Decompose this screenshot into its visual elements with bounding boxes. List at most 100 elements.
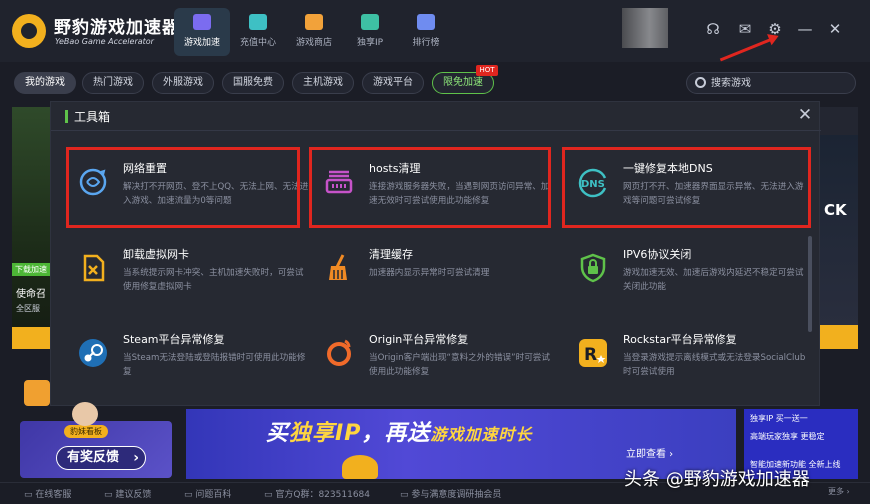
tab-ranking[interactable]: 排行榜 <box>398 8 454 56</box>
dialog-title: 工具箱 <box>74 110 111 124</box>
survey-link[interactable]: ▭ 参与满意度调研抽会员 <box>400 487 501 500</box>
highlight-box <box>66 147 300 228</box>
title-accent <box>65 110 68 123</box>
filter-foreign-games[interactable]: 外服游戏 <box>152 72 214 94</box>
card-strip <box>818 107 858 135</box>
tool-ipv6-off[interactable]: IPV6协议关闭 游戏加速无效、加速后游戏内延迟不稳定可尝试关闭此功能 <box>571 244 803 320</box>
rockstar-icon: R <box>579 339 607 367</box>
title-bar: 野豹游戏加速器 YeBao Game Accelerator 游戏加速 充值中心… <box>0 0 870 62</box>
side-promo-line: 独享IP 买一送一 <box>750 414 808 423</box>
promo-text-highlight: 独享IP <box>289 421 362 446</box>
tab-label: 排行榜 <box>412 38 440 48</box>
promo-text-highlight: 游戏加速时长 <box>430 425 533 444</box>
filter-console-games[interactable]: 主机游戏 <box>292 72 354 94</box>
ip-icon <box>361 14 379 30</box>
more-link[interactable]: 更多 › <box>828 486 850 497</box>
feedback-card[interactable]: 豹妹看板 有奖反馈 <box>20 421 172 478</box>
gamepad-icon <box>193 14 211 30</box>
shield-lock-icon <box>580 253 606 283</box>
promo-text: 买 <box>266 421 290 446</box>
tool-description: 加速器内显示异常时可尝试清理 <box>369 268 490 278</box>
card-icon <box>249 14 267 30</box>
svg-text:R: R <box>584 345 597 365</box>
close-icon[interactable]: ✕ <box>796 106 814 124</box>
download-tag: 下载加速 <box>12 263 50 276</box>
app-name-en: YeBao Game Accelerator <box>55 37 154 46</box>
tab-exclusive-ip[interactable]: 独享IP <box>342 8 398 56</box>
tool-title: 清理缓存 <box>369 248 413 261</box>
qq-group-link[interactable]: ▭ 官方Q群：823511684 <box>264 487 370 500</box>
mail-icon[interactable]: ✉ <box>736 20 754 38</box>
origin-icon <box>327 339 351 366</box>
suggestion-link[interactable]: ▭ 建议反馈 <box>104 487 151 500</box>
tool-title: Rockstar平台异常修复 <box>623 333 737 346</box>
filter-game-platform[interactable]: 游戏平台 <box>362 72 424 94</box>
promo-text: ，再送 <box>361 421 431 446</box>
feedback-button[interactable]: 有奖反馈 <box>56 446 147 470</box>
tab-label: 游戏商店 <box>295 38 332 48</box>
status-label: 建议反馈 <box>115 490 152 500</box>
leopard-logo-icon <box>12 14 46 48</box>
tool-rockstar-fix[interactable]: R Rockstar平台异常修复 当登录游戏提示离线模式或无法登录SocialC… <box>571 329 805 405</box>
tool-title: Origin平台异常修复 <box>369 333 469 346</box>
tool-clear-cache[interactable]: 清理缓存 加速器内显示异常时可尝试清理 <box>317 244 545 320</box>
game-card[interactable]: 下载加速 使命召 全区服 <box>12 107 52 349</box>
tool-origin-fix[interactable]: Origin平台异常修复 当Origin客户端出现“意料之外的错误”时可尝试使用… <box>317 329 550 405</box>
status-label: 问题百科 <box>195 490 232 500</box>
tab-shop[interactable]: 游戏商店 <box>286 8 342 56</box>
tool-title: Steam平台异常修复 <box>123 333 225 346</box>
accelerate-bar[interactable] <box>12 327 52 349</box>
hot-badge: HOT <box>476 65 498 76</box>
broom-icon <box>329 254 347 280</box>
tab-game-accelerate[interactable]: 游戏加速 <box>174 8 230 56</box>
filter-my-games[interactable]: 我的游戏 <box>14 72 76 94</box>
coin-icon <box>342 455 378 479</box>
tab-recharge[interactable]: 充值中心 <box>230 8 286 56</box>
highlight-box <box>309 147 551 228</box>
tool-title: 卸载虚拟网卡 <box>123 248 189 261</box>
ranking-icon <box>417 14 435 30</box>
highlight-box <box>562 147 811 228</box>
search-input[interactable] <box>711 74 851 92</box>
tab-label: 游戏加速 <box>183 38 220 48</box>
minimize-icon[interactable]: — <box>796 20 814 38</box>
faq-link[interactable]: ▭ 问题百科 <box>184 487 231 500</box>
promo-link[interactable]: 立即查看 › <box>626 445 673 460</box>
headset-icon[interactable]: ☊ <box>704 20 722 38</box>
status-label: 在线客服 <box>35 490 72 500</box>
online-service-link[interactable]: ▭ 在线客服 <box>24 487 71 500</box>
tab-label: 独享IP <box>356 38 384 48</box>
toolbox-dialog: 工具箱 ✕ 网络重置 解决打不开网页、登不上QQ、无法上网、无法进入游戏、加速流… <box>50 101 821 406</box>
shop-icon <box>305 14 323 30</box>
tool-description: 游戏加速无效、加速后游戏内延迟不稳定可尝试关闭此功能 <box>623 268 804 292</box>
tool-description: 当登录游戏提示离线模式或无法登录SocialClub时可尝试使用 <box>623 353 806 377</box>
red-arrow-annotation <box>719 36 777 62</box>
tool-description: 当系统提示网卡冲突、主机加速失败时，可尝试使用修复虚拟网卡 <box>123 268 304 292</box>
gift-icon[interactable] <box>24 380 50 406</box>
filter-cn-free[interactable]: 国服免费 <box>222 72 284 94</box>
steam-icon <box>79 339 107 367</box>
status-label: 官方Q群：823511684 <box>275 490 370 500</box>
close-icon[interactable]: ✕ <box>826 20 844 38</box>
uninstall-nic-icon <box>83 254 105 282</box>
game-card[interactable]: CK <box>818 135 858 349</box>
avatar[interactable] <box>622 8 668 48</box>
side-promo-line: 高端玩家独享 更稳定 <box>750 432 825 441</box>
game-name: 使命召 <box>16 289 46 300</box>
tab-label: 充值中心 <box>239 38 276 48</box>
divider <box>51 130 821 131</box>
tool-title: IPV6协议关闭 <box>623 248 692 261</box>
dialog-header: 工具箱 ✕ <box>51 102 821 130</box>
filter-hot-games[interactable]: 热门游戏 <box>82 72 144 94</box>
accelerate-bar[interactable] <box>818 325 858 349</box>
search-icon <box>695 77 706 88</box>
game-logo-text: CK <box>824 201 847 219</box>
tool-uninstall-nic[interactable]: 卸载虚拟网卡 当系统提示网卡冲突、主机加速失败时，可尝试使用修复虚拟网卡 <box>71 244 303 320</box>
feedback-tag: 豹妹看板 <box>64 425 108 438</box>
tool-description: 当Origin客户端出现“意料之外的错误”时可尝试使用此功能修复 <box>369 353 550 377</box>
watermark: 头条 @野豹游戏加速器 <box>624 469 810 490</box>
mascot-avatar <box>72 402 98 426</box>
tool-steam-fix[interactable]: Steam平台异常修复 当Steam无法登陆或登陆报错时可使用此功能修复 <box>71 329 305 405</box>
search-box[interactable] <box>686 72 856 94</box>
status-label: 参与满意度调研抽会员 <box>411 490 502 500</box>
